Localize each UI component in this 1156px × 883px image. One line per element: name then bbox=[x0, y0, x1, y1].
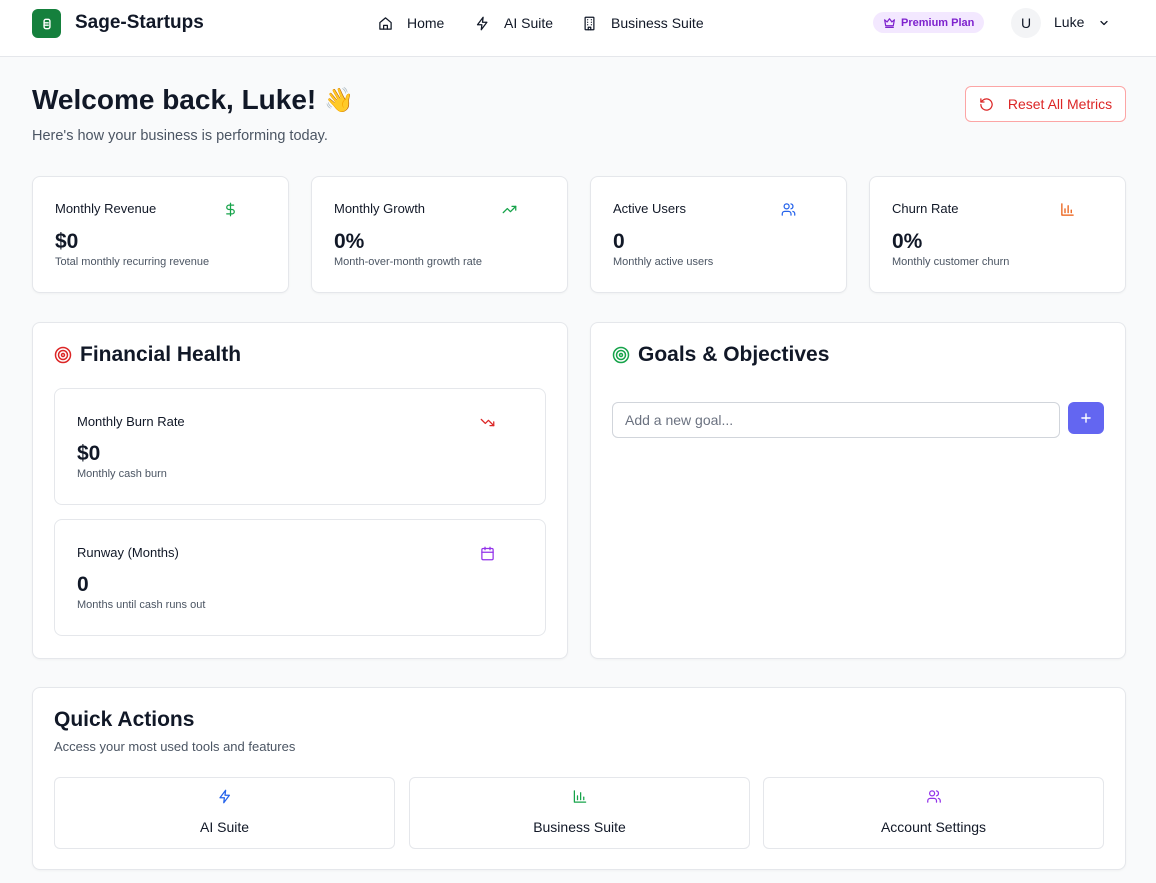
dollar-icon bbox=[226, 202, 235, 217]
goals-panel: Goals & Objectives bbox=[590, 322, 1126, 659]
metric-description: Total monthly recurring revenue bbox=[55, 256, 210, 268]
calendar-icon bbox=[481, 546, 494, 561]
financial-health-panel: Financial Health Monthly Burn Rate $0 Mo… bbox=[32, 322, 568, 659]
users-icon bbox=[926, 790, 941, 803]
metric-value: 0% bbox=[334, 230, 365, 253]
trending-down-icon bbox=[480, 418, 495, 427]
nav-ai-suite-label: AI Suite bbox=[504, 15, 554, 31]
metric-title: Monthly Revenue bbox=[55, 201, 157, 216]
metric-card-revenue: Monthly Revenue $0 Total monthly recurri… bbox=[32, 176, 289, 293]
runway-card: Runway (Months) 0 Months until cash runs… bbox=[54, 519, 546, 636]
quick-action-business-suite[interactable]: Business Suite bbox=[409, 777, 750, 849]
quick-action-label: Account Settings bbox=[880, 819, 987, 835]
top-header: Sage-Startups Home AI Suite Business Sui… bbox=[0, 0, 1156, 57]
user-name[interactable]: Luke bbox=[1054, 14, 1084, 30]
burn-rate-card: Monthly Burn Rate $0 Monthly cash burn bbox=[54, 388, 546, 505]
metric-description: Monthly customer churn bbox=[892, 256, 1010, 268]
users-icon bbox=[781, 203, 796, 216]
metric-description: Monthly active users bbox=[613, 256, 714, 268]
runway-value: 0 bbox=[77, 573, 89, 596]
quick-action-label: Business Suite bbox=[533, 819, 626, 835]
welcome-title: Welcome back, Luke! bbox=[32, 84, 317, 115]
reset-metrics-button[interactable]: Reset All Metrics bbox=[965, 86, 1126, 122]
premium-plan-label: Premium Plan bbox=[901, 16, 975, 29]
burn-rate-description: Monthly cash burn bbox=[77, 468, 167, 480]
zap-icon bbox=[218, 789, 230, 804]
quick-actions-panel: Quick Actions Access your most used tool… bbox=[32, 687, 1126, 870]
nav-home-label: Home bbox=[407, 15, 445, 31]
goals-title: Goals & Objectives bbox=[638, 343, 830, 366]
metric-card-churn: Churn Rate 0% Monthly customer churn bbox=[869, 176, 1126, 293]
metric-title: Churn Rate bbox=[892, 201, 959, 216]
bar-chart-icon bbox=[573, 790, 586, 803]
add-goal-button[interactable] bbox=[1068, 402, 1104, 434]
metric-value: $0 bbox=[55, 230, 79, 253]
wave-emoji: 👋 bbox=[324, 86, 355, 114]
runway-title: Runway (Months) bbox=[77, 545, 179, 560]
quick-actions-subtitle: Access your most used tools and features bbox=[54, 739, 296, 754]
financial-health-title: Financial Health bbox=[80, 343, 242, 366]
burn-rate-value: $0 bbox=[77, 442, 101, 465]
logo-icon bbox=[42, 18, 51, 29]
reset-metrics-label: Reset All Metrics bbox=[1007, 96, 1113, 112]
metric-card-active-users: Active Users 0 Monthly active users bbox=[590, 176, 847, 293]
home-icon bbox=[379, 16, 392, 30]
metric-value: 0% bbox=[892, 230, 923, 253]
quick-action-account-settings[interactable]: Account Settings bbox=[763, 777, 1104, 849]
target-icon bbox=[54, 346, 72, 364]
nav-business-suite[interactable]: Business Suite bbox=[582, 13, 704, 33]
user-avatar[interactable]: U bbox=[1011, 8, 1041, 38]
quick-action-ai-suite[interactable]: AI Suite bbox=[54, 777, 395, 849]
plus-icon bbox=[1081, 413, 1091, 423]
goals-heading: Goals & Objectives bbox=[612, 343, 829, 367]
welcome-heading: Welcome back, Luke! 👋 bbox=[32, 84, 354, 116]
quick-actions-title: Quick Actions bbox=[54, 708, 195, 731]
chevron-down-icon[interactable] bbox=[1098, 17, 1110, 29]
new-goal-input[interactable] bbox=[612, 402, 1060, 438]
burn-rate-title: Monthly Burn Rate bbox=[77, 414, 185, 429]
building-icon bbox=[584, 16, 595, 30]
target-icon bbox=[612, 346, 630, 364]
crown-icon bbox=[884, 18, 895, 28]
metric-title: Monthly Growth bbox=[334, 201, 426, 216]
rotate-ccw-icon bbox=[980, 97, 993, 111]
brand-name[interactable]: Sage-Startups bbox=[75, 12, 204, 34]
brand-logo[interactable] bbox=[32, 9, 61, 38]
runway-description: Months until cash runs out bbox=[77, 599, 206, 611]
nav-business-suite-label: Business Suite bbox=[611, 15, 704, 31]
metric-title: Active Users bbox=[613, 201, 686, 216]
financial-health-heading: Financial Health bbox=[54, 343, 241, 367]
nav-ai-suite[interactable]: AI Suite bbox=[475, 13, 553, 33]
nav-home[interactable]: Home bbox=[378, 13, 444, 33]
metric-value: 0 bbox=[613, 230, 625, 253]
zap-icon bbox=[476, 16, 488, 30]
premium-plan-badge[interactable]: Premium Plan bbox=[873, 12, 985, 33]
quick-action-label: AI Suite bbox=[199, 819, 250, 835]
metric-card-growth: Monthly Growth 0% Month-over-month growt… bbox=[311, 176, 568, 293]
metric-description: Month-over-month growth rate bbox=[334, 256, 482, 268]
welcome-subtitle: Here's how your business is performing t… bbox=[32, 128, 328, 144]
trending-up-icon bbox=[502, 205, 517, 214]
bar-chart-icon bbox=[1061, 203, 1074, 216]
